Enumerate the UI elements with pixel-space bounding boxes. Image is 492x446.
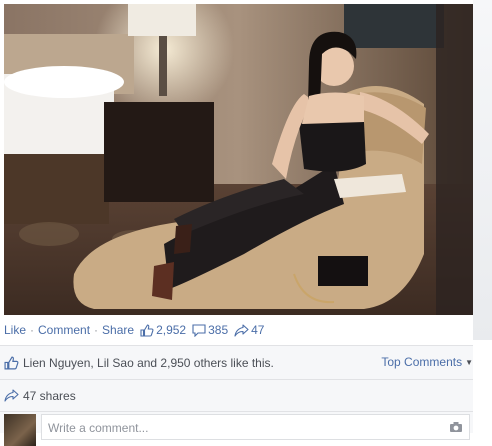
avatar[interactable] bbox=[4, 414, 36, 446]
shares-summary-text[interactable]: 47 shares bbox=[23, 389, 76, 403]
like-link[interactable]: Like bbox=[4, 323, 26, 337]
post-action-bar: Like · Comment · Share 2,952 385 47 bbox=[4, 321, 264, 339]
comment-box[interactable] bbox=[41, 414, 470, 440]
separator-dot: · bbox=[94, 323, 99, 337]
top-comments-dropdown[interactable]: Top Comments ▼ bbox=[381, 355, 473, 369]
right-scroll-gutter bbox=[473, 0, 492, 340]
post-photo[interactable] bbox=[4, 4, 473, 315]
likes-count-link[interactable]: 2,952 bbox=[140, 323, 186, 337]
comment-input[interactable] bbox=[48, 421, 428, 435]
feedback-section: Lien Nguyen, Lil Sao and 2,950 others li… bbox=[0, 345, 473, 446]
comment-composer-row bbox=[0, 412, 473, 446]
share-arrow-icon bbox=[4, 389, 19, 402]
comments-count: 385 bbox=[208, 323, 229, 337]
likes-count: 2,952 bbox=[156, 323, 187, 337]
shares-summary-row: 47 shares bbox=[0, 380, 473, 412]
speech-bubble-icon bbox=[192, 323, 206, 337]
separator-dot: · bbox=[30, 323, 35, 337]
top-comments-label: Top Comments bbox=[381, 355, 463, 369]
shares-count-link[interactable]: 47 bbox=[234, 323, 264, 337]
camera-icon[interactable] bbox=[449, 421, 463, 436]
share-arrow-icon bbox=[234, 323, 249, 337]
likes-summary-text[interactable]: Lien Nguyen, Lil Sao and 2,950 others li… bbox=[23, 356, 274, 370]
comment-link[interactable]: Comment bbox=[38, 323, 90, 337]
thumbs-up-icon bbox=[4, 356, 19, 370]
comments-count-link[interactable]: 385 bbox=[192, 323, 228, 337]
likes-summary-row: Lien Nguyen, Lil Sao and 2,950 others li… bbox=[0, 346, 473, 380]
photo-illustration bbox=[4, 4, 473, 315]
share-link[interactable]: Share bbox=[102, 323, 134, 337]
caret-down-icon: ▼ bbox=[465, 357, 473, 367]
shares-count: 47 bbox=[251, 323, 265, 337]
thumbs-up-icon bbox=[140, 323, 154, 337]
